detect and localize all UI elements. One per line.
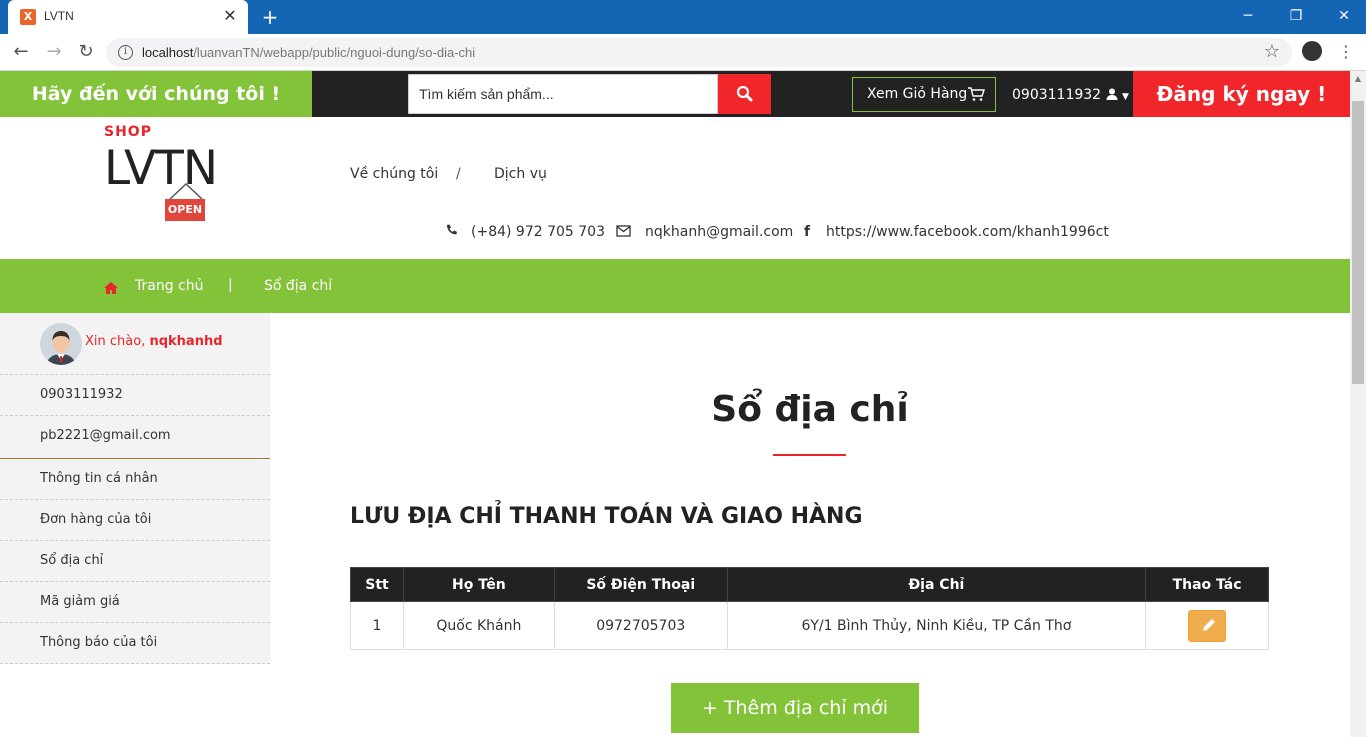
view-cart-button[interactable]: Xem Giỏ Hàng xyxy=(852,77,996,112)
back-icon[interactable]: ← xyxy=(9,40,33,64)
close-window-icon[interactable]: ✕ xyxy=(1332,4,1356,28)
new-tab-icon[interactable]: + xyxy=(258,5,282,29)
column-header: Số Điện Thoại xyxy=(553,567,728,602)
address-bar: ← → ↻ i localhost/luanvanTN/webapp/publi… xyxy=(0,34,1366,71)
address-table: Stt Họ Tên Số Điện Thoại Địa Chỉ Thao Tá… xyxy=(350,567,1269,650)
sidebar-item-coupons[interactable]: Mã giảm giá xyxy=(0,582,270,623)
scroll-up-icon[interactable]: ▲ xyxy=(1350,71,1366,87)
contact-email: nqkhanh@gmail.com xyxy=(645,224,794,240)
breadcrumb-home-link[interactable]: Trang chủ xyxy=(135,278,203,294)
cart-icon xyxy=(968,87,985,101)
browser-menu-icon[interactable]: ⋮ xyxy=(1336,42,1356,62)
cell-address: 6Y/1 Bình Thủy, Ninh Kiều, TP Cần Thơ xyxy=(726,601,1147,650)
browser-tab-bar: X LVTN ✕ + ─ ❐ ✕ xyxy=(0,0,1366,34)
edit-address-button[interactable] xyxy=(1188,609,1227,642)
chevron-down-icon: ▼ xyxy=(1121,92,1129,102)
user-menu-dropdown[interactable]: 0903111932 ▼ xyxy=(1012,71,1129,117)
cart-label: Xem Giỏ Hàng xyxy=(867,86,968,102)
title-underline xyxy=(773,454,846,456)
logo-open-sign: OPEN xyxy=(165,199,205,221)
sidebar-item-address-book[interactable]: Sổ địa chỉ xyxy=(0,541,270,582)
breadcrumb-current: Sổ địa chỉ xyxy=(264,278,333,294)
username: nqkhanhd xyxy=(149,334,223,349)
column-header: Thao Tác xyxy=(1145,567,1269,602)
add-address-button[interactable]: + Thêm địa chỉ mới xyxy=(671,683,919,733)
page-scrollbar[interactable]: ▲ xyxy=(1350,71,1366,737)
table-row: 1 Quốc Khánh 0972705703 6Y/1 Bình Thủy, … xyxy=(350,601,1269,650)
greeting-text: Xin chào, nqkhanhd xyxy=(85,334,223,349)
home-icon xyxy=(104,279,118,298)
search-input[interactable]: Tìm kiếm sản phẩm... xyxy=(408,74,718,114)
promo-banner: Hãy đến với chúng tôi ! xyxy=(0,71,312,117)
contact-phone: (+84) 972 705 703 xyxy=(471,224,605,240)
account-sidebar: Xin chào, nqkhanhd 0903111932 pb2221@gma… xyxy=(0,313,270,664)
forward-icon[interactable]: → xyxy=(42,40,66,64)
url-text: localhost/luanvanTN/webapp/public/nguoi-… xyxy=(142,45,476,60)
register-button[interactable]: Đăng ký ngay ! xyxy=(1133,71,1350,117)
cell-name: Quốc Khánh xyxy=(402,601,555,650)
email-icon xyxy=(616,224,631,240)
facebook-icon: f xyxy=(804,224,811,240)
minimize-icon[interactable]: ─ xyxy=(1236,4,1260,28)
nav-separator: / xyxy=(456,166,461,182)
phone-icon xyxy=(445,224,458,240)
cell-actions xyxy=(1145,601,1269,650)
sidebar-item-profile[interactable]: Thông tin cá nhân xyxy=(0,459,270,500)
sidebar-item-notifications[interactable]: Thông báo của tôi xyxy=(0,623,270,664)
cell-stt: 1 xyxy=(350,601,404,650)
column-header: Địa Chỉ xyxy=(726,567,1147,602)
logo-shop-text: SHOP xyxy=(104,124,152,140)
page-viewport: Hãy đến với chúng tôi ! Tìm kiếm sản phẩ… xyxy=(0,71,1350,737)
top-bar: Hãy đến với chúng tôi ! Tìm kiếm sản phẩ… xyxy=(0,71,1350,117)
favicon-icon: X xyxy=(20,9,36,25)
logo-sign-hanger xyxy=(169,183,203,199)
search-button[interactable] xyxy=(718,74,771,114)
table-header-row: Stt Họ Tên Số Điện Thoại Địa Chỉ Thao Tá… xyxy=(350,567,1269,602)
profile-icon[interactable] xyxy=(1302,41,1322,61)
user-icon xyxy=(1106,88,1118,100)
nav-services-link[interactable]: Dịch vụ xyxy=(494,166,547,182)
info-icon[interactable]: i xyxy=(118,45,133,60)
restore-icon[interactable]: ❐ xyxy=(1284,4,1308,28)
reload-icon[interactable]: ↻ xyxy=(74,40,98,64)
browser-tab[interactable]: X LVTN ✕ xyxy=(8,0,248,34)
user-phone: 0903111932 xyxy=(1012,87,1102,103)
nav-about-link[interactable]: Về chúng tôi xyxy=(350,166,438,182)
column-header: Stt xyxy=(350,567,404,602)
url-input[interactable]: i localhost/luanvanTN/webapp/public/nguo… xyxy=(106,38,1292,67)
page-title: Sổ địa chỉ xyxy=(711,389,909,430)
contact-facebook-link[interactable]: https://www.facebook.com/khanh1996ct xyxy=(826,224,1109,240)
section-heading: LƯU ĐỊA CHỈ THANH TOÁN VÀ GIAO HÀNG xyxy=(350,504,863,529)
close-tab-icon[interactable]: ✕ xyxy=(220,6,240,26)
search-icon xyxy=(736,85,753,102)
column-header: Họ Tên xyxy=(402,567,555,602)
cell-phone: 0972705703 xyxy=(553,601,728,650)
sidebar-item-orders[interactable]: Đơn hàng của tôi xyxy=(0,500,270,541)
avatar xyxy=(40,323,82,365)
scroll-thumb[interactable] xyxy=(1352,101,1364,384)
sidebar-greeting: Xin chào, nqkhanhd xyxy=(0,313,270,375)
breadcrumb: Trang chủ | Sổ địa chỉ xyxy=(0,259,1350,313)
pencil-icon xyxy=(1203,618,1216,631)
bookmark-star-icon[interactable]: ☆ xyxy=(1264,41,1280,62)
tab-title: LVTN xyxy=(44,9,74,23)
breadcrumb-separator: | xyxy=(228,277,233,293)
